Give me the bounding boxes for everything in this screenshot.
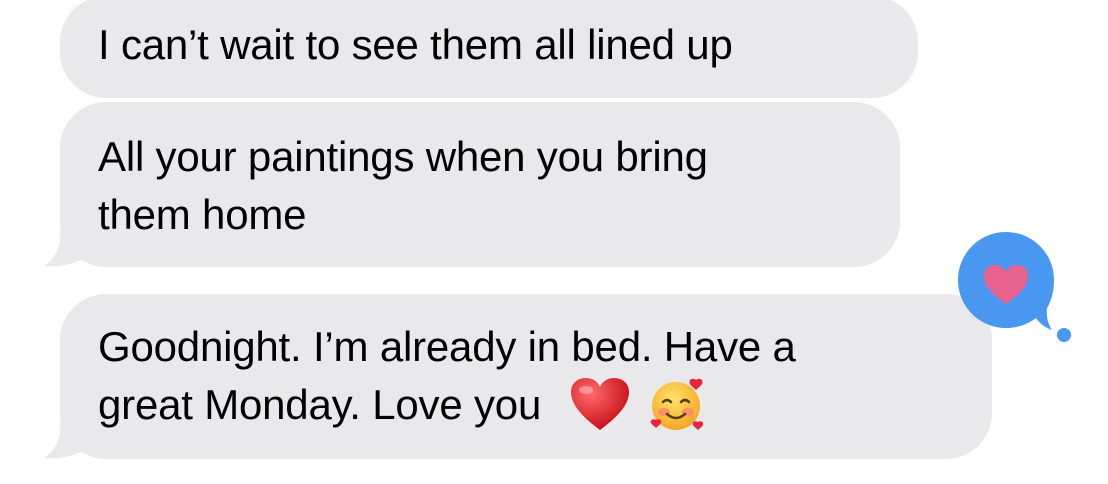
smiling-face-with-hearts-icon bbox=[650, 378, 704, 430]
red-heart-icon bbox=[570, 377, 629, 430]
message-bubble-3[interactable]: Goodnight. I’m already in bed. Have a gr… bbox=[60, 294, 992, 459]
tapback-reaction[interactable] bbox=[956, 232, 1074, 344]
message-text-line: them home bbox=[98, 191, 307, 238]
message-text-line: I can’t wait to see them all lined up bbox=[98, 21, 733, 68]
message-text-line: great Monday. Love you bbox=[98, 376, 954, 434]
message-text-line: All your paintings when you bring bbox=[98, 133, 708, 180]
message-bubble-2[interactable]: All your paintings when you bring them h… bbox=[60, 102, 900, 267]
message-text-line: Goodnight. I’m already in bed. Have a bbox=[98, 323, 796, 370]
message-bubble-1[interactable]: I can’t wait to see them all lined up bbox=[60, 0, 918, 98]
message-text-segment: great Monday. Love you bbox=[98, 381, 542, 428]
